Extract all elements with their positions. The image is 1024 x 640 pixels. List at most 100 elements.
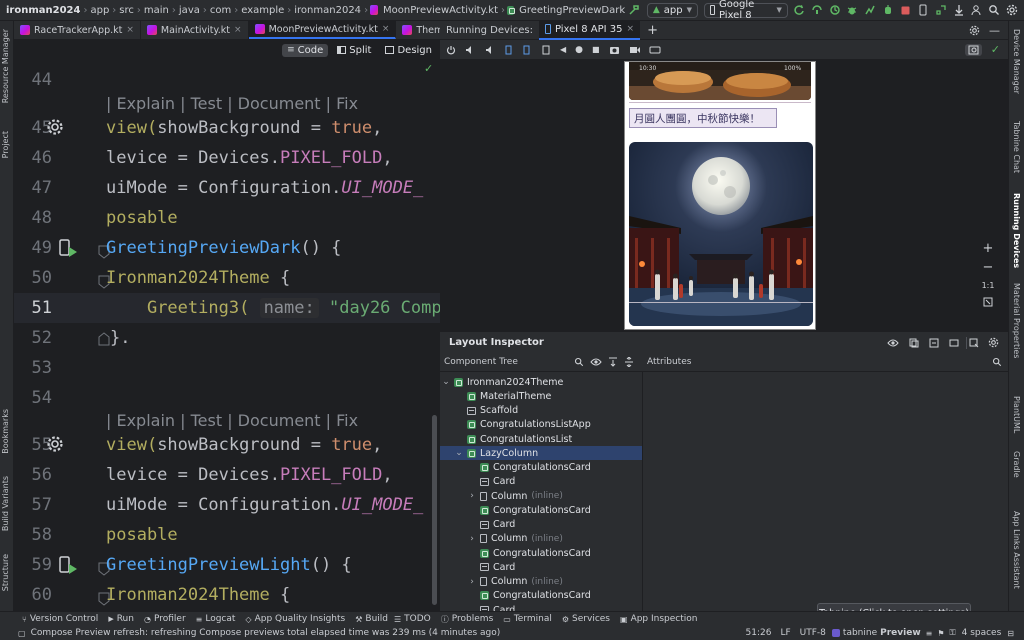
status-message[interactable]: Compose Preview refresh: refreshing Comp… xyxy=(31,628,501,638)
eye-icon[interactable] xyxy=(882,338,904,348)
app-quality-insights-tab[interactable]: ◇ App Quality Insights xyxy=(245,614,345,624)
tree-row[interactable]: Card xyxy=(440,603,642,611)
readonly-icon[interactable]: ⚿ xyxy=(950,628,962,638)
keyboard-icon[interactable] xyxy=(649,45,661,55)
tree-row[interactable]: CongratulationsList xyxy=(440,432,642,446)
profiler-tab[interactable]: ◔ Profiler xyxy=(144,614,186,624)
check-icon[interactable]: ✓ xyxy=(991,43,1008,56)
breadcrumb-src[interactable]: src xyxy=(116,5,137,16)
attach-debugger-icon[interactable] xyxy=(881,2,894,18)
breadcrumb-main[interactable]: main xyxy=(141,5,172,16)
logcat-tab[interactable]: ≡ Logcat xyxy=(196,614,236,624)
build-variants-tab[interactable]: Build Variants xyxy=(1,476,10,531)
layout-inspector-toggle-icon[interactable] xyxy=(964,43,982,56)
tree-row[interactable]: CongratulationsCard xyxy=(440,546,642,560)
code-mode-button[interactable]: ≡ Code xyxy=(282,43,329,57)
breadcrumb-package[interactable]: ironman2024 xyxy=(291,5,364,16)
settings-gear-icon[interactable] xyxy=(964,25,985,36)
run-tab[interactable]: ▶ Run xyxy=(108,614,134,624)
user-icon[interactable] xyxy=(970,2,983,18)
tree-row[interactable]: › Column (inline) xyxy=(440,532,642,546)
collapse-all-icon[interactable] xyxy=(621,357,637,367)
search-icon[interactable] xyxy=(992,357,1008,367)
zoom-actual-size-button[interactable]: 1:1 xyxy=(982,281,995,290)
chevron-right-icon[interactable]: › xyxy=(468,577,476,587)
export-icon[interactable] xyxy=(924,338,944,348)
tree-row[interactable]: ⌄ Ironman2024Theme xyxy=(440,375,642,389)
tab-moonpreviewactivity[interactable]: MoonPreviewActivity.kt × xyxy=(248,21,397,39)
chevron-right-icon[interactable]: › xyxy=(468,491,476,501)
search-icon[interactable] xyxy=(571,357,587,367)
close-icon[interactable]: × xyxy=(627,24,635,34)
zoom-out-icon[interactable]: − xyxy=(983,261,994,274)
apply-code-changes-icon[interactable] xyxy=(828,2,841,18)
terminal-tab[interactable]: ▭ Terminal xyxy=(503,614,552,624)
rotate-left-icon[interactable] xyxy=(503,45,513,55)
settings-gear-icon[interactable] xyxy=(1005,2,1018,18)
power-icon[interactable] xyxy=(446,45,456,55)
refresh-layout-icon[interactable] xyxy=(944,338,964,348)
caret-position[interactable]: 51:26 xyxy=(746,628,781,638)
tabnine-chat-tab[interactable]: Tabnine Chat xyxy=(1012,121,1021,173)
breadcrumb-app[interactable]: app xyxy=(87,5,112,16)
resource-manager-tab[interactable]: Resource Manager xyxy=(1,29,10,103)
device-mirror-icon[interactable] xyxy=(917,2,930,18)
running-devices-tab[interactable]: Running Devices xyxy=(1012,193,1021,268)
profile-icon[interactable] xyxy=(864,2,877,18)
snapshot-icon[interactable] xyxy=(904,338,924,348)
todo-tab[interactable]: ☰ TODO xyxy=(394,614,431,624)
settings-gear-icon[interactable] xyxy=(46,435,64,453)
rerun-icon[interactable] xyxy=(793,2,806,18)
tab-pixel-8-api-35[interactable]: Pixel 8 API 35 × xyxy=(538,20,641,40)
device-manager-tab[interactable]: Device Manager xyxy=(1012,29,1021,94)
rotate-right-icon[interactable] xyxy=(522,45,532,55)
tree-row[interactable]: Card xyxy=(440,560,642,574)
search-icon[interactable] xyxy=(988,2,1001,18)
tree-row[interactable]: MaterialTheme xyxy=(440,389,642,403)
sdk-manager-icon[interactable] xyxy=(952,2,965,18)
file-encoding[interactable]: UTF-8 xyxy=(800,628,832,638)
fold-device-icon[interactable] xyxy=(541,45,551,55)
chevron-down-icon[interactable]: ⌄ xyxy=(442,377,450,387)
device-selector[interactable]: Google Pixel 8 ▼ xyxy=(703,0,788,21)
module-selector[interactable]: ▲ app ▼ xyxy=(646,2,698,18)
app-links-assistant-tab[interactable]: App Links Assistant xyxy=(1012,511,1021,589)
tree-row[interactable]: › Column (inline) xyxy=(440,489,642,503)
tree-row[interactable]: CongratulationsCard xyxy=(440,461,642,475)
record-icon[interactable] xyxy=(629,45,640,55)
ai-code-lens[interactable]: | Explain | Test | Document | Fix xyxy=(106,411,358,430)
build-tab[interactable]: ⚒ Build xyxy=(355,614,388,624)
version-control-tab[interactable]: ⑂ Version Control xyxy=(22,614,98,624)
select-component-icon[interactable] xyxy=(964,338,984,348)
project-tab[interactable]: Project xyxy=(1,131,10,158)
breadcrumb-com[interactable]: com xyxy=(207,5,234,16)
tree-row[interactable]: CongratulationsListApp xyxy=(440,418,642,432)
chevron-right-icon[interactable]: › xyxy=(468,534,476,544)
services-tab[interactable]: ⚙ Services xyxy=(562,614,610,624)
volume-up-icon[interactable] xyxy=(465,45,475,55)
component-tree[interactable]: ⌄ Ironman2024Theme MaterialTheme Scaffold Co… xyxy=(440,372,643,611)
tab-mainactivity[interactable]: MainActivity.kt × xyxy=(141,21,249,39)
tree-row[interactable]: › Column (inline) xyxy=(440,575,642,589)
home-icon[interactable]: ● xyxy=(575,45,583,55)
structure-tab[interactable]: Structure xyxy=(1,554,10,591)
apply-changes-icon[interactable] xyxy=(811,2,824,18)
bookmarks-tab[interactable]: Bookmarks xyxy=(1,409,10,454)
debug-icon[interactable] xyxy=(846,2,859,18)
close-icon[interactable]: × xyxy=(126,25,134,35)
breadcrumb-project[interactable]: ironman2024 xyxy=(0,5,83,16)
inspection-level-icon[interactable]: ⚑ xyxy=(937,629,949,638)
tab-racetrackerapp[interactable]: RaceTrackerApp.kt × xyxy=(14,21,141,39)
ai-code-lens[interactable]: | Explain | Test | Document | Fix xyxy=(106,94,358,113)
add-tab-icon[interactable]: + xyxy=(640,23,665,38)
back-icon[interactable]: ◀ xyxy=(560,45,566,54)
lock-icon[interactable]: ⊟ xyxy=(1007,629,1024,638)
tree-row[interactable]: Card xyxy=(440,518,642,532)
editor-scrollbar[interactable] xyxy=(432,415,437,605)
settings-gear-icon[interactable] xyxy=(46,118,64,136)
problems-tab[interactable]: ⓘ Problems xyxy=(441,614,493,625)
expand-all-icon[interactable] xyxy=(605,357,621,367)
minimize-icon[interactable]: — xyxy=(985,24,1008,37)
breadcrumb-function[interactable]: GreetingPreviewDark xyxy=(516,5,628,16)
volume-down-icon[interactable] xyxy=(484,45,494,55)
